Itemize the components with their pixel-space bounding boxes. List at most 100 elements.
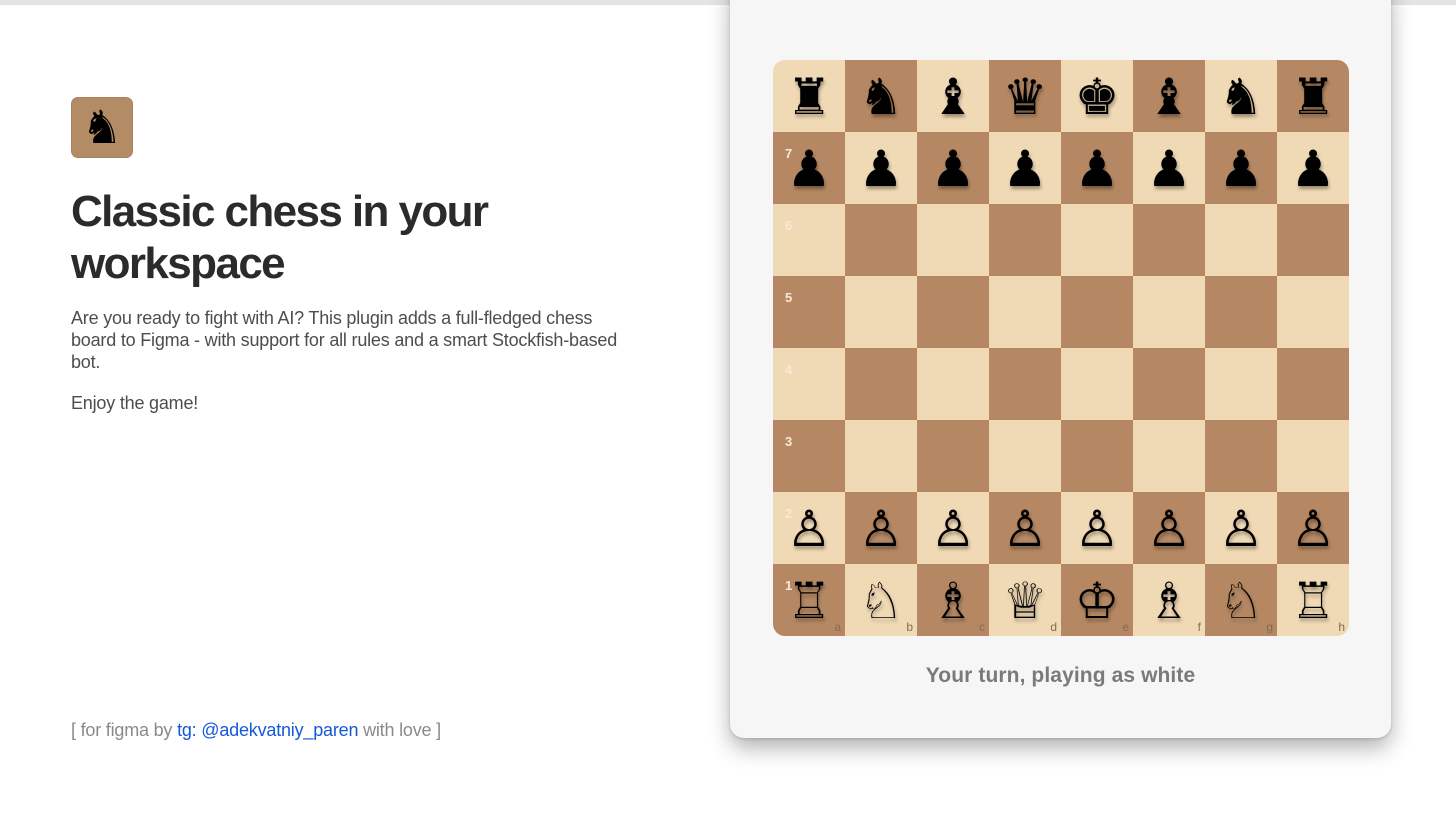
square-h2[interactable]: ♙ <box>1277 492 1349 564</box>
rank-label: 1 <box>785 578 793 593</box>
square-h3[interactable] <box>1277 420 1349 492</box>
square-e6[interactable] <box>1061 204 1133 276</box>
square-g6[interactable] <box>1205 204 1277 276</box>
black-pawn-icon[interactable]: ♟ <box>1219 144 1264 194</box>
square-g7[interactable]: ♟ <box>1205 132 1277 204</box>
square-g3[interactable] <box>1205 420 1277 492</box>
square-h7[interactable]: ♟ <box>1277 132 1349 204</box>
square-e7[interactable]: ♟ <box>1061 132 1133 204</box>
square-d3[interactable] <box>989 420 1061 492</box>
square-c8[interactable]: ♝ <box>917 60 989 132</box>
white-queen-icon[interactable]: ♕ <box>1003 576 1048 626</box>
square-d8[interactable]: ♛ <box>989 60 1061 132</box>
square-a1[interactable]: 1 ♖ a <box>773 564 845 636</box>
square-f3[interactable] <box>1133 420 1205 492</box>
square-d4[interactable] <box>989 348 1061 420</box>
square-h4[interactable] <box>1277 348 1349 420</box>
square-a6[interactable]: 6 <box>773 204 845 276</box>
black-pawn-icon[interactable]: ♟ <box>931 144 976 194</box>
square-c1[interactable]: ♗ c <box>917 564 989 636</box>
square-d6[interactable] <box>989 204 1061 276</box>
white-knight-icon[interactable]: ♘ <box>1219 576 1264 626</box>
square-f6[interactable] <box>1133 204 1205 276</box>
square-b5[interactable] <box>845 276 917 348</box>
black-pawn-icon[interactable]: ♟ <box>859 144 904 194</box>
square-b7[interactable]: ♟ <box>845 132 917 204</box>
square-h1[interactable]: ♖ h <box>1277 564 1349 636</box>
square-f7[interactable]: ♟ <box>1133 132 1205 204</box>
square-b1[interactable]: ♘ b <box>845 564 917 636</box>
black-knight-icon[interactable]: ♞ <box>859 72 904 122</box>
white-pawn-icon[interactable]: ♙ <box>1075 504 1120 554</box>
square-h5[interactable] <box>1277 276 1349 348</box>
white-pawn-icon[interactable]: ♙ <box>1219 504 1264 554</box>
square-g8[interactable]: ♞ <box>1205 60 1277 132</box>
square-c5[interactable] <box>917 276 989 348</box>
black-knight-icon[interactable]: ♞ <box>1219 72 1264 122</box>
square-g5[interactable] <box>1205 276 1277 348</box>
black-bishop-icon[interactable]: ♝ <box>931 72 976 122</box>
white-pawn-icon[interactable]: ♙ <box>1003 504 1048 554</box>
square-c7[interactable]: ♟ <box>917 132 989 204</box>
square-f8[interactable]: ♝ <box>1133 60 1205 132</box>
black-king-icon[interactable]: ♚ <box>1075 72 1120 122</box>
square-g2[interactable]: ♙ <box>1205 492 1277 564</box>
black-queen-icon[interactable]: ♛ <box>1003 72 1048 122</box>
square-c4[interactable] <box>917 348 989 420</box>
description-text: Are you ready to fight with AI? This plu… <box>71 308 618 372</box>
square-g4[interactable] <box>1205 348 1277 420</box>
white-pawn-icon[interactable]: ♙ <box>1291 504 1336 554</box>
black-bishop-icon[interactable]: ♝ <box>1147 72 1192 122</box>
square-h6[interactable] <box>1277 204 1349 276</box>
square-a4[interactable]: 4 <box>773 348 845 420</box>
square-b6[interactable] <box>845 204 917 276</box>
white-rook-icon[interactable]: ♖ <box>787 576 832 626</box>
square-d2[interactable]: ♙ <box>989 492 1061 564</box>
white-knight-icon[interactable]: ♘ <box>859 576 904 626</box>
square-d5[interactable] <box>989 276 1061 348</box>
black-rook-icon[interactable]: ♜ <box>1291 72 1336 122</box>
black-pawn-icon[interactable]: ♟ <box>787 144 832 194</box>
white-pawn-icon[interactable]: ♙ <box>931 504 976 554</box>
square-e5[interactable] <box>1061 276 1133 348</box>
white-rook-icon[interactable]: ♖ <box>1291 576 1336 626</box>
square-e2[interactable]: ♙ <box>1061 492 1133 564</box>
square-a5[interactable]: 5 <box>773 276 845 348</box>
white-king-icon[interactable]: ♔ <box>1075 576 1120 626</box>
square-a3[interactable]: 3 <box>773 420 845 492</box>
square-e1[interactable]: ♔ e <box>1061 564 1133 636</box>
black-pawn-icon[interactable]: ♟ <box>1003 144 1048 194</box>
square-a2[interactable]: 2 ♙ <box>773 492 845 564</box>
square-f1[interactable]: ♗ f <box>1133 564 1205 636</box>
white-pawn-icon[interactable]: ♙ <box>787 504 832 554</box>
square-g1[interactable]: ♘ g <box>1205 564 1277 636</box>
square-f2[interactable]: ♙ <box>1133 492 1205 564</box>
square-a8[interactable]: ♜ <box>773 60 845 132</box>
square-a7[interactable]: 7 ♟ <box>773 132 845 204</box>
square-c3[interactable] <box>917 420 989 492</box>
black-rook-icon[interactable]: ♜ <box>787 72 832 122</box>
telegram-link[interactable]: tg: @adekvatniy_paren <box>177 720 358 740</box>
square-b3[interactable] <box>845 420 917 492</box>
square-f4[interactable] <box>1133 348 1205 420</box>
square-e4[interactable] <box>1061 348 1133 420</box>
square-f5[interactable] <box>1133 276 1205 348</box>
black-pawn-icon[interactable]: ♟ <box>1147 144 1192 194</box>
rank-label: 3 <box>785 434 793 449</box>
square-d7[interactable]: ♟ <box>989 132 1061 204</box>
white-pawn-icon[interactable]: ♙ <box>859 504 904 554</box>
square-b8[interactable]: ♞ <box>845 60 917 132</box>
square-b2[interactable]: ♙ <box>845 492 917 564</box>
square-c6[interactable] <box>917 204 989 276</box>
square-e3[interactable] <box>1061 420 1133 492</box>
black-pawn-icon[interactable]: ♟ <box>1075 144 1120 194</box>
square-c2[interactable]: ♙ <box>917 492 989 564</box>
square-b4[interactable] <box>845 348 917 420</box>
black-pawn-icon[interactable]: ♟ <box>1291 144 1336 194</box>
white-bishop-icon[interactable]: ♗ <box>931 576 976 626</box>
white-pawn-icon[interactable]: ♙ <box>1147 504 1192 554</box>
white-bishop-icon[interactable]: ♗ <box>1147 576 1192 626</box>
square-e8[interactable]: ♚ <box>1061 60 1133 132</box>
square-h8[interactable]: ♜ <box>1277 60 1349 132</box>
square-d1[interactable]: ♕ d <box>989 564 1061 636</box>
